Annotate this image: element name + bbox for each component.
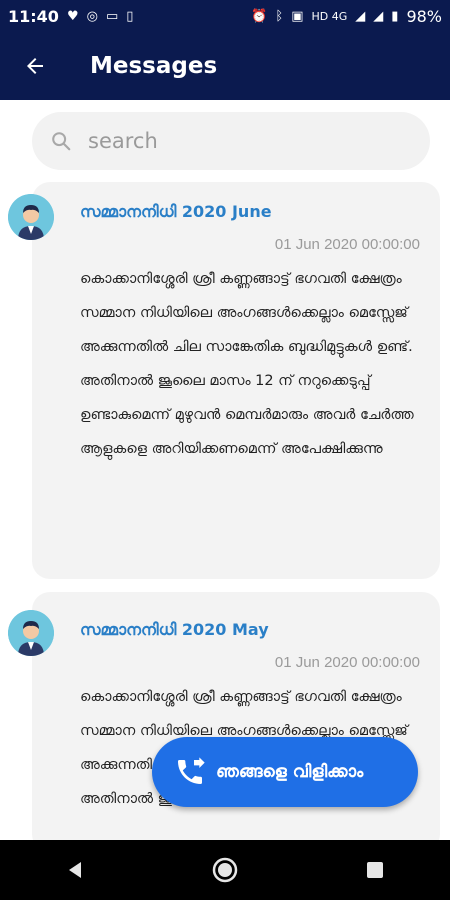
bluetooth-icon: ᛒ: [275, 8, 284, 24]
back-button[interactable]: [0, 32, 70, 100]
triangle-back-icon: [69, 862, 81, 878]
message-body: കൊക്കാനിശ്ശേരി ശ്രീ കണ്ണങ്ങാട്ട് ഭഗവതി ക…: [80, 271, 414, 457]
battery-icon: ▮: [391, 8, 399, 24]
message-title: സമ്മാനനിധി 2020 June: [80, 202, 272, 221]
search-input[interactable]: [86, 128, 410, 154]
laptop-icon: ▭: [105, 8, 119, 24]
avatar: [8, 610, 54, 656]
nav-recents-button[interactable]: [345, 840, 405, 900]
tablet-icon: ▯: [126, 8, 134, 24]
page-title: Messages: [90, 53, 218, 79]
heart-icon: ♥: [66, 8, 79, 24]
battery-percent: 98%: [406, 6, 442, 26]
message-title: സമ്മാനനിധി 2020 May: [80, 620, 269, 639]
arrow-back-icon: [27, 58, 43, 74]
message-date: 01 Jun 2020 00:00:00: [274, 236, 420, 253]
message-date: 01 Jun 2020 00:00:00: [274, 654, 420, 671]
app-bar: Messages: [0, 32, 450, 100]
phone-forward-icon: [178, 757, 205, 784]
search-bar[interactable]: [32, 112, 430, 170]
recents-square-icon: [367, 862, 383, 878]
alarm-icon: ⏰: [251, 8, 268, 24]
signal2-icon: ◢: [373, 8, 384, 24]
system-nav-bar: [0, 840, 450, 900]
search-icon: [52, 132, 71, 151]
message-icon: ◎: [86, 8, 98, 24]
home-circle-icon: [212, 857, 238, 883]
nav-back-button[interactable]: [45, 840, 105, 900]
message-card[interactable]: സമ്മാനനിധി 2020 June 01 Jun 2020 00:00:0…: [32, 182, 440, 579]
nav-home-button[interactable]: [195, 840, 255, 900]
message-card[interactable]: സമ്മാനനിധി 2020 May 01 Jun 2020 00:00:00…: [32, 592, 440, 852]
network-label: HD 4G: [311, 9, 348, 23]
user-avatar-icon: [8, 610, 54, 656]
vibrate-icon: ▣: [291, 8, 304, 24]
user-avatar-icon: [8, 194, 54, 240]
status-bar: 11:40 ♥ ◎ ▭ ▯ ⏰ ᛒ ▣ HD 4G ◢ ◢ ▮ 98%: [0, 0, 450, 32]
status-time: 11:40: [8, 6, 59, 26]
avatar: [8, 194, 54, 240]
call-us-button[interactable]: ഞങ്ങളെ വിളിക്കാം: [152, 737, 418, 807]
signal-icon: ◢: [355, 8, 366, 24]
call-us-label: ഞങ്ങളെ വിളിക്കാം: [216, 762, 364, 782]
